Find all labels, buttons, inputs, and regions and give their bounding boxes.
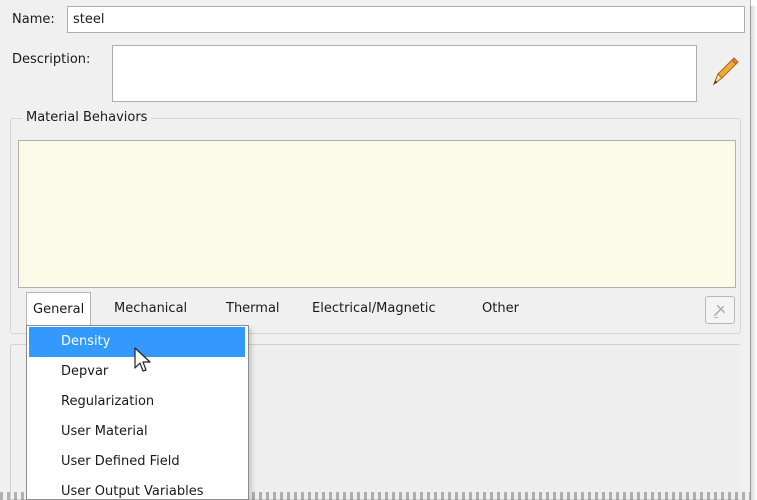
delete-behavior-button[interactable] bbox=[705, 296, 735, 324]
dropdown-item-density-label: Density bbox=[61, 334, 111, 349]
dropdown-item-user-output-variables-label: User Output Variables bbox=[61, 484, 204, 499]
dropdown-item-user-defined-field-label: User Defined Field bbox=[61, 454, 180, 469]
behavior-menubar: General Mechanical Thermal Electrical/Ma… bbox=[18, 292, 736, 326]
menu-thermal-label: Thermal bbox=[226, 301, 280, 316]
description-input[interactable] bbox=[112, 45, 697, 102]
menu-other[interactable]: Other bbox=[476, 292, 525, 326]
dropdown-item-user-material-label: User Material bbox=[61, 424, 148, 439]
name-label: Name: bbox=[12, 12, 55, 27]
dropdown-item-user-output-variables[interactable]: User Output Variables bbox=[29, 477, 245, 499]
dropdown-item-user-material[interactable]: User Material bbox=[29, 417, 245, 447]
menu-mechanical-label: Mechanical bbox=[114, 301, 188, 316]
menu-electrical-magnetic[interactable]: Electrical/Magnetic bbox=[306, 292, 442, 326]
lower-panel-edge bbox=[10, 344, 26, 500]
description-label: Description: bbox=[12, 52, 91, 67]
mouse-cursor-icon bbox=[134, 347, 151, 372]
edit-material-dialog: Name: steel Description: Material Behavi… bbox=[0, 0, 751, 500]
delete-behavior-icon bbox=[713, 304, 726, 318]
name-input[interactable]: steel bbox=[67, 6, 745, 33]
dropdown-item-regularization[interactable]: Regularization bbox=[29, 387, 245, 417]
dropdown-item-depvar-label: Depvar bbox=[61, 364, 109, 379]
dropdown-item-user-defined-field[interactable]: User Defined Field bbox=[29, 447, 245, 477]
dialog-shadow bbox=[750, 6, 757, 500]
menu-mechanical[interactable]: Mechanical bbox=[108, 292, 193, 326]
material-behaviors-list[interactable] bbox=[18, 140, 736, 288]
pencil-icon[interactable] bbox=[706, 56, 740, 90]
menu-electrical-magnetic-label: Electrical/Magnetic bbox=[312, 301, 436, 316]
name-input-value: steel bbox=[73, 12, 105, 27]
menu-thermal[interactable]: Thermal bbox=[220, 292, 286, 326]
behavior-data-panel bbox=[246, 344, 740, 500]
dropdown-item-regularization-label: Regularization bbox=[61, 394, 155, 409]
menu-other-label: Other bbox=[482, 301, 519, 316]
menu-general-label: General bbox=[33, 302, 85, 317]
menu-general[interactable]: General bbox=[26, 292, 92, 326]
material-behaviors-title: Material Behaviors bbox=[22, 110, 152, 125]
